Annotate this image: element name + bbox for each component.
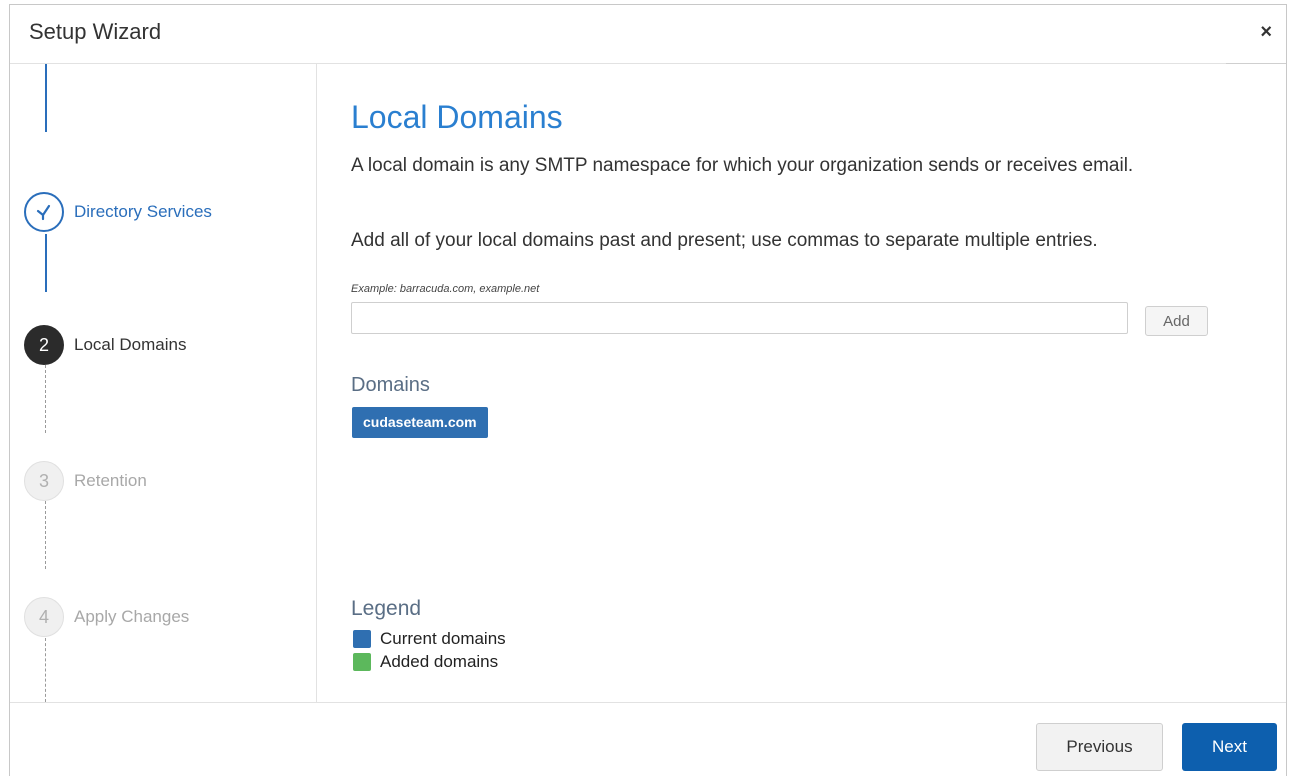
step-apply-changes: 4 Apply Changes — [24, 597, 189, 637]
legend-label: Added domains — [380, 652, 499, 671]
legend-item-current: Current domains — [353, 629, 506, 649]
step-connector — [45, 501, 46, 569]
domain-input[interactable] — [351, 302, 1128, 334]
step-connector — [45, 638, 46, 702]
step-label: Local Domains — [74, 335, 187, 354]
example-hint: Example: barracuda.com, example.net — [351, 283, 540, 295]
legend-swatch-current — [353, 630, 371, 648]
legend-item-added: Added domains — [353, 652, 498, 672]
instructions-text: Add all of your local domains past and p… — [351, 230, 1098, 251]
legend-swatch-added — [353, 653, 371, 671]
step-label: Apply Changes — [74, 607, 190, 626]
add-button[interactable]: Add — [1145, 306, 1208, 336]
domain-tag[interactable]: cudaseteam.com — [352, 407, 488, 438]
checkmark-icon — [24, 192, 64, 232]
domains-heading: Domains — [351, 374, 430, 396]
page-title: Local Domains — [351, 99, 563, 135]
dialog-title: Setup Wizard — [29, 19, 162, 44]
step-connector — [45, 365, 46, 433]
previous-button[interactable]: Previous — [1036, 723, 1163, 771]
setup-wizard-dialog: Setup Wizard × Directory Services 2 Loca… — [9, 4, 1287, 778]
step-number: 4 — [24, 597, 64, 637]
step-connector — [45, 234, 47, 292]
close-icon[interactable]: × — [1260, 22, 1272, 42]
step-retention: 3 Retention — [24, 461, 147, 501]
legend-label: Current domains — [380, 629, 506, 648]
legend-heading: Legend — [351, 597, 422, 620]
step-number: 3 — [24, 461, 64, 501]
description-text: A local domain is any SMTP namespace for… — [351, 155, 1134, 176]
header-divider — [1226, 63, 1286, 64]
step-number: 2 — [24, 325, 64, 365]
dialog-header: Setup Wizard × — [10, 5, 1286, 64]
step-label: Retention — [74, 471, 147, 490]
step-connector — [45, 64, 47, 132]
wizard-steps-sidebar: Directory Services 2 Local Domains 3 Ret… — [10, 64, 317, 702]
step-directory-services[interactable]: Directory Services — [24, 192, 212, 232]
dialog-footer: Previous Next — [10, 702, 1286, 778]
step-label: Directory Services — [74, 202, 212, 221]
step-local-domains[interactable]: 2 Local Domains — [24, 325, 186, 365]
next-button[interactable]: Next — [1182, 723, 1277, 771]
